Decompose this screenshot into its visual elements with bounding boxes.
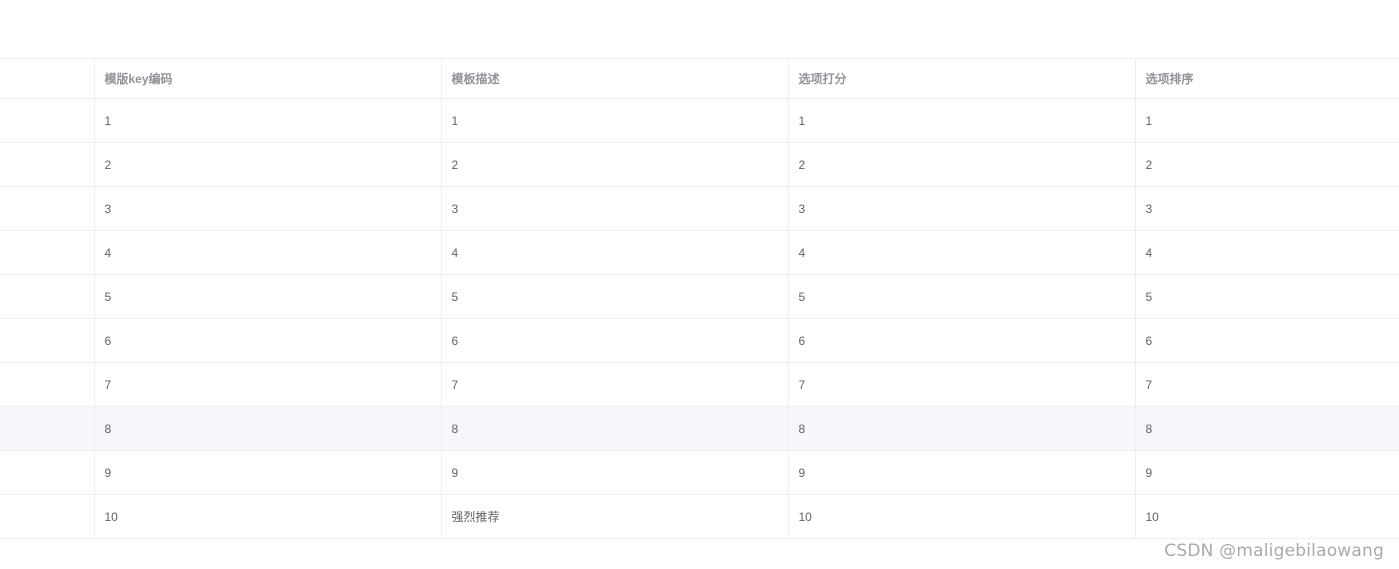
cell-option-score: 9	[787, 450, 1135, 495]
cell-index	[0, 406, 94, 451]
watermark: CSDN @maligebilaowang	[1164, 541, 1384, 561]
header-cell-option-score[interactable]: 选项打分	[787, 58, 1135, 99]
table-row[interactable]: 5555	[0, 274, 1399, 319]
cell-option-score: 5	[787, 274, 1135, 319]
cell-template-key-code: 3	[93, 186, 441, 231]
cell-template-description: 9	[440, 450, 788, 495]
cell-option-score: 4	[787, 230, 1135, 275]
page: 模版key编码 模板描述 选项打分 选项排序 11112222333344445…	[0, 0, 1399, 569]
table-row[interactable]: 9999	[0, 450, 1399, 495]
cell-index	[0, 274, 94, 319]
cell-option-score: 8	[787, 406, 1135, 451]
table-header-row: 模版key编码 模板描述 选项打分 选项排序	[0, 58, 1399, 99]
cell-option-order: 6	[1134, 318, 1399, 363]
header-cell-template-description[interactable]: 模板描述	[440, 58, 788, 99]
cell-option-order: 9	[1134, 450, 1399, 495]
cell-template-key-code: 7	[93, 362, 441, 407]
cell-option-order: 10	[1134, 494, 1399, 539]
table-row[interactable]: 6666	[0, 318, 1399, 363]
cell-template-key-code: 6	[93, 318, 441, 363]
cell-template-key-code: 1	[93, 98, 441, 143]
cell-template-key-code: 8	[93, 406, 441, 451]
cell-option-score: 6	[787, 318, 1135, 363]
cell-option-order: 8	[1134, 406, 1399, 451]
header-cell-template-key-code[interactable]: 模版key编码	[93, 58, 441, 99]
table-row[interactable]: 3333	[0, 186, 1399, 231]
cell-option-score: 3	[787, 186, 1135, 231]
table-row[interactable]: 1111	[0, 98, 1399, 143]
cell-index	[0, 494, 94, 539]
table-row[interactable]: 7777	[0, 362, 1399, 407]
cell-template-description: 1	[440, 98, 788, 143]
cell-option-order: 2	[1134, 142, 1399, 187]
cell-template-key-code: 5	[93, 274, 441, 319]
table-row[interactable]: 4444	[0, 230, 1399, 275]
cell-index	[0, 142, 94, 187]
cell-template-description: 4	[440, 230, 788, 275]
cell-template-description: 7	[440, 362, 788, 407]
cell-option-score: 10	[787, 494, 1135, 539]
cell-template-description: 6	[440, 318, 788, 363]
cell-template-key-code: 2	[93, 142, 441, 187]
table-body: 1 1 1 1 2 2 2 2 3 3 3 3 4 4 4 4 5 5 5 5 6 6 6 6 7 7 7 7 8 8 8 8 9 9 9 9 10 强烈…	[0, 98, 1399, 539]
table-row[interactable]: 2222	[0, 142, 1399, 187]
cell-template-description: 5	[440, 274, 788, 319]
table-row[interactable]: 10 强烈推荐 10 10	[0, 494, 1399, 539]
cell-option-order: 1	[1134, 98, 1399, 143]
cell-template-description: 2	[440, 142, 788, 187]
cell-option-order: 4	[1134, 230, 1399, 275]
cell-template-key-code: 10	[93, 494, 441, 539]
cell-index	[0, 318, 94, 363]
header-cell-option-order[interactable]: 选项排序	[1134, 58, 1399, 99]
cell-template-key-code: 9	[93, 450, 441, 495]
cell-option-score: 7	[787, 362, 1135, 407]
cell-index	[0, 98, 94, 143]
cell-index	[0, 362, 94, 407]
cell-index	[0, 230, 94, 275]
cell-template-description: 3	[440, 186, 788, 231]
header-cell-index[interactable]	[0, 58, 94, 99]
cell-template-description: 8	[440, 406, 788, 451]
cell-template-description: 强烈推荐	[440, 494, 788, 539]
cell-index	[0, 186, 94, 231]
cell-index	[0, 450, 94, 495]
table-row[interactable]: 8888	[0, 406, 1399, 451]
cell-template-key-code: 4	[93, 230, 441, 275]
data-table: 模版key编码 模板描述 选项打分 选项排序 11112222333344445…	[0, 58, 1399, 539]
cell-option-order: 7	[1134, 362, 1399, 407]
cell-option-score: 2	[787, 142, 1135, 187]
cell-option-order: 5	[1134, 274, 1399, 319]
cell-option-score: 1	[787, 98, 1135, 143]
cell-option-order: 3	[1134, 186, 1399, 231]
